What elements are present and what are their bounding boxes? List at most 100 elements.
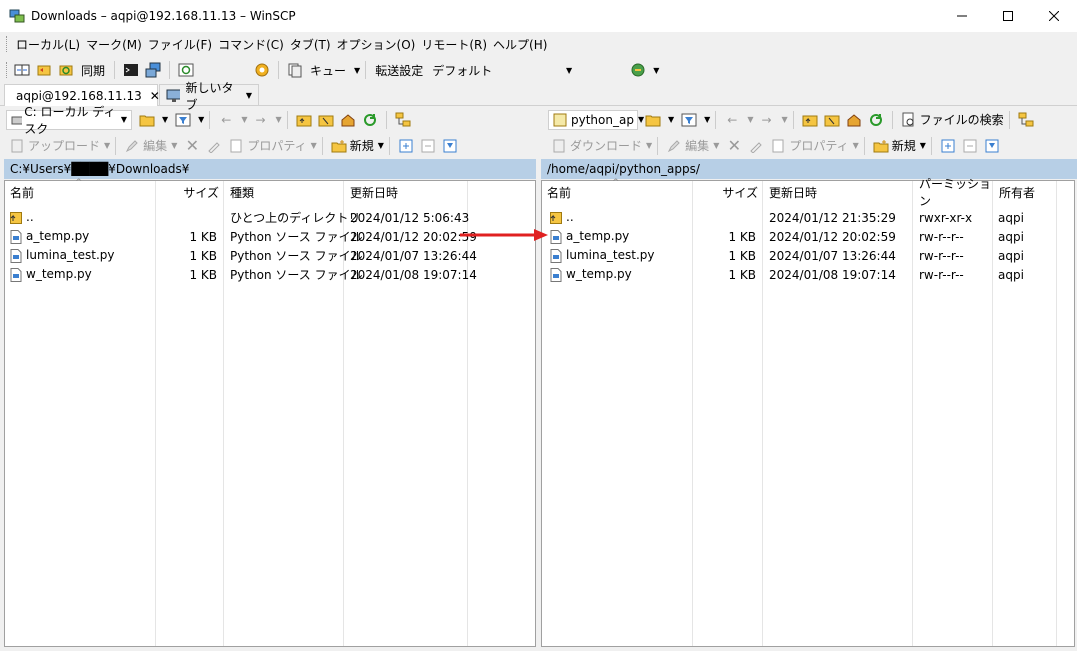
right-col-permissions[interactable]: パーミッション [914, 177, 992, 208]
menu-local[interactable]: ローカル(L) [13, 36, 83, 53]
table-row[interactable]: .. ひとつ上のディレクトリ 2024/01/12 5:06:43 [5, 208, 535, 227]
filter-icon[interactable] [174, 111, 192, 129]
menu-tab[interactable]: タブ(T) [287, 36, 334, 53]
download-dropdown-icon[interactable]: ▼ [646, 141, 652, 150]
select-filter-icon[interactable] [983, 137, 1001, 155]
right-folder-select[interactable]: python_ap ▼ [548, 109, 644, 130]
session-sync-dropdown-icon[interactable]: ▼ [653, 66, 659, 75]
filter-icon[interactable] [680, 111, 698, 129]
back-dropdown-icon[interactable]: ▼ [241, 115, 247, 124]
compare-dirs-icon[interactable] [13, 61, 31, 79]
delete-icon[interactable]: ✕ [183, 136, 201, 155]
new-dropdown-icon[interactable]: ▼ [920, 141, 926, 150]
delete-icon[interactable]: ✕ [725, 136, 743, 155]
properties-icon[interactable] [769, 137, 787, 155]
refresh-icon[interactable] [867, 111, 885, 129]
terminal-icon[interactable] [122, 61, 140, 79]
table-row[interactable]: w_temp.py 1 KB Python ソース ファイル 2024/01/08 1… [5, 265, 535, 284]
tree-view-icon[interactable] [1017, 111, 1035, 129]
open-folder-icon[interactable] [138, 111, 156, 129]
maximize-button[interactable] [985, 0, 1031, 32]
open-folder-dropdown-icon[interactable]: ▼ [668, 115, 674, 124]
tab-new[interactable]: 新しいタブ ▼ [159, 81, 259, 112]
open-folder-icon[interactable] [644, 111, 662, 129]
menu-remote[interactable]: リモート(R) [418, 36, 490, 53]
putty-icon[interactable] [144, 61, 162, 79]
filter-dropdown-icon[interactable]: ▼ [704, 115, 710, 124]
table-row[interactable]: a_temp.py 1 KB 2024/01/12 20:02:59 rw-r--r-… [542, 227, 1074, 246]
menu-options[interactable]: オプション(O) [334, 36, 419, 53]
select-all-plus-icon[interactable] [939, 137, 957, 155]
forward-arrow-icon[interactable]: → [757, 111, 775, 129]
refresh-screen-icon[interactable] [177, 61, 195, 79]
left-file-list[interactable]: 名前 ^ サイズ 種類 更新日時 .. ひとつ上のディレクトリ 2024/01/12 … [4, 178, 536, 647]
edit-button[interactable]: 編集 [143, 137, 167, 154]
tree-view-icon[interactable] [394, 111, 412, 129]
back-dropdown-icon[interactable]: ▼ [747, 115, 753, 124]
table-row[interactable]: lumina_test.py 1 KB 2024/01/07 13:26:44 rw-… [542, 246, 1074, 265]
sync-browse-icon[interactable] [35, 61, 53, 79]
new-tab-dropdown-icon[interactable]: ▼ [246, 91, 252, 100]
refresh-icon[interactable] [361, 111, 379, 129]
queue-icon[interactable] [286, 61, 304, 79]
session-sync-icon[interactable] [629, 61, 647, 79]
rename-icon[interactable] [205, 137, 223, 155]
left-col-size[interactable]: サイズ [155, 181, 223, 203]
properties-icon[interactable] [227, 137, 245, 155]
filter-dropdown-icon[interactable]: ▼ [198, 115, 204, 124]
left-col-modified[interactable]: 更新日時 [345, 181, 467, 203]
edit-icon[interactable] [665, 137, 683, 155]
menu-command[interactable]: コマンド(C) [215, 36, 287, 53]
find-files-icon[interactable] [900, 111, 918, 129]
home-icon[interactable] [339, 111, 357, 129]
home-icon[interactable] [845, 111, 863, 129]
new-button[interactable]: 新規 [892, 137, 916, 154]
select-all-plus-icon[interactable] [397, 137, 415, 155]
left-drive-select[interactable]: C: ローカル ディスク ▼ [6, 105, 132, 136]
table-row[interactable]: .. 2024/01/12 21:35:29 rwxr-xr-x aqpi [542, 208, 1074, 227]
right-col-size[interactable]: サイズ [692, 181, 762, 203]
synchronize-label[interactable]: 同期 [81, 62, 105, 79]
left-col-type[interactable]: 種類 [225, 181, 343, 203]
right-file-list[interactable]: 名前 ^ サイズ 更新日時 パーミッション 所有者 .. 2024/01/12 21… [541, 177, 1075, 647]
right-path-bar[interactable]: /home/aqpi/python_apps/ [541, 159, 1077, 179]
table-row[interactable]: a_temp.py 1 KB Python ソース ファイル 2024/01/12 2… [5, 227, 535, 246]
synchronize-icon[interactable] [57, 61, 75, 79]
menu-file[interactable]: ファイル(F) [145, 36, 215, 53]
right-col-name[interactable]: 名前 ^ [542, 178, 692, 203]
forward-dropdown-icon[interactable]: ▼ [781, 115, 787, 124]
back-arrow-icon[interactable]: ← [723, 111, 741, 129]
right-col-owner[interactable]: 所有者 [994, 181, 1056, 203]
left-col-name[interactable]: 名前 ^ [5, 178, 155, 203]
rename-icon[interactable] [747, 137, 765, 155]
forward-dropdown-icon[interactable]: ▼ [275, 115, 281, 124]
open-folder-dropdown-icon[interactable]: ▼ [162, 115, 168, 124]
properties-dropdown-icon[interactable]: ▼ [853, 141, 859, 150]
back-arrow-icon[interactable]: ← [217, 111, 235, 129]
upload-dropdown-icon[interactable]: ▼ [104, 141, 110, 150]
upload-button[interactable]: アップロード [28, 137, 100, 154]
forward-arrow-icon[interactable]: → [251, 111, 269, 129]
table-row[interactable]: w_temp.py 1 KB 2024/01/08 19:07:14 rw-r--r-… [542, 265, 1074, 284]
root-dir-icon[interactable] [823, 111, 841, 129]
download-icon[interactable] [550, 137, 568, 155]
close-button[interactable] [1031, 0, 1077, 32]
root-dir-icon[interactable] [317, 111, 335, 129]
new-folder-icon[interactable] [330, 137, 348, 155]
preferences-gear-icon[interactable] [253, 61, 271, 79]
edit-button[interactable]: 編集 [685, 137, 709, 154]
unselect-minus-icon[interactable] [961, 137, 979, 155]
new-folder-icon[interactable] [872, 137, 890, 155]
edit-dropdown-icon[interactable]: ▼ [171, 141, 177, 150]
edit-dropdown-icon[interactable]: ▼ [713, 141, 719, 150]
properties-button[interactable]: プロパティ [789, 137, 848, 154]
transfer-settings-select[interactable]: デフォルト ▼ [427, 60, 578, 80]
properties-button[interactable]: プロパティ [247, 137, 306, 154]
queue-button[interactable]: キュー [310, 62, 346, 79]
minimize-button[interactable] [939, 0, 985, 32]
parent-dir-icon[interactable] [295, 111, 313, 129]
unselect-minus-icon[interactable] [419, 137, 437, 155]
right-col-modified[interactable]: 更新日時 [764, 181, 912, 203]
download-button[interactable]: ダウンロード [570, 137, 642, 154]
left-path-bar[interactable]: C:¥Users¥████¥Downloads¥ [4, 159, 536, 179]
